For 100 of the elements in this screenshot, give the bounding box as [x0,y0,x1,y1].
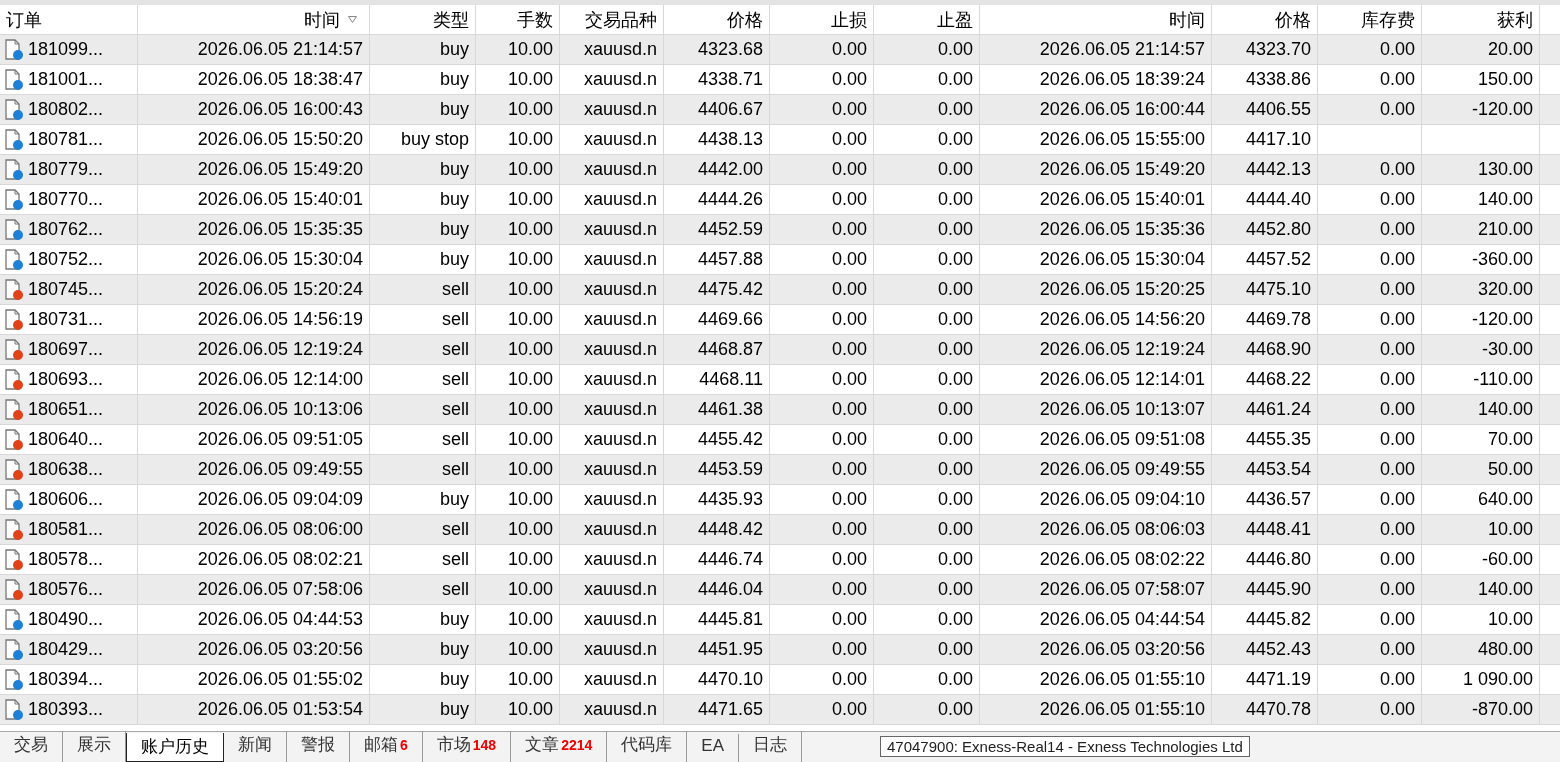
table-cell: 4468.87 [664,335,770,365]
table-cell: 0.00 [1318,35,1422,65]
column-header[interactable]: 价格 [727,7,763,32]
table-cell: buy [370,695,476,725]
tab[interactable]: EA [687,734,739,762]
table-cell: xauusd.n [560,95,664,125]
table-cell: 0.00 [874,35,980,65]
table-cell: 4452.43 [1212,635,1318,665]
table-cell: xauusd.n [560,395,664,425]
table-cell: 2026.06.05 10:13:07 [980,395,1212,425]
table-cell: 0.00 [874,95,980,125]
column-header[interactable]: 止盈 [937,7,973,32]
table-cell: 10.00 [476,155,560,185]
column-header[interactable]: 交易品种 [585,7,657,32]
table-cell: 4461.24 [1212,395,1318,425]
table-cell: 10.00 [476,695,560,725]
table-cell: 10.00 [476,35,560,65]
table-cell: 2026.06.05 15:20:24 [138,275,370,305]
tab[interactable]: 日志 [739,731,802,762]
table-cell: 180394... [28,669,104,690]
table-cell: 0.00 [1318,95,1422,125]
column-header[interactable]: 订单 [6,7,42,32]
table-cell: 0.00 [874,215,980,245]
table-cell: 180697... [28,339,104,360]
table-cell: 0.00 [874,335,980,365]
table-cell: 2026.06.05 10:13:06 [138,395,370,425]
table-cell: 10.00 [476,575,560,605]
table-cell: 0.00 [874,455,980,485]
table-cell: 2026.06.05 15:35:36 [980,215,1212,245]
column-header[interactable]: 时间 [304,7,340,32]
column-header[interactable]: 获利 [1497,7,1533,32]
table-cell: buy [370,35,476,65]
table-cell: 0.00 [770,635,874,665]
table-cell: 10.00 [476,335,560,365]
table-cell: 180693... [28,369,104,390]
table-cell: 2026.06.05 15:49:20 [138,155,370,185]
table-cell: 0.00 [770,455,874,485]
tab[interactable]: 市场 148 [422,731,512,762]
table-cell: 0.00 [874,155,980,185]
tab[interactable]: 邮箱 6 [350,731,423,762]
table-cell: 2026.06.05 01:55:10 [980,695,1212,725]
table-cell: 210.00 [1422,215,1540,245]
table-cell: 0.00 [770,515,874,545]
table-cell: 4406.55 [1212,95,1318,125]
tab[interactable]: 文章 2214 [511,731,608,762]
table-cell: 180578... [28,549,104,570]
table-cell: 4446.04 [664,575,770,605]
table-cell: sell [370,455,476,485]
table-cell: sell [370,335,476,365]
tab[interactable]: 交易 [0,731,63,762]
column-header[interactable]: 类型 [433,7,469,32]
tab[interactable]: 代码库 [607,731,688,762]
table-cell: xauusd.n [560,335,664,365]
table-cell: 10.00 [476,275,560,305]
table-cell: 2026.06.05 03:20:56 [980,635,1212,665]
table-cell: 180651... [28,399,104,420]
column-header[interactable]: 时间 [1169,7,1205,32]
table-cell: 4475.10 [1212,275,1318,305]
table-cell: 140.00 [1422,395,1540,425]
table-cell: xauusd.n [560,575,664,605]
table-cell: 130.00 [1422,155,1540,185]
table-cell: 180393... [28,699,104,720]
table-cell: 4323.68 [664,35,770,65]
table-cell: 0.00 [1318,215,1422,245]
table-cell: 2026.06.05 12:19:24 [980,335,1212,365]
tab[interactable]: 账户历史 [126,733,224,762]
table-cell: 10.00 [1422,515,1540,545]
table-cell: 2026.06.05 15:49:20 [980,155,1212,185]
table-cell: 10.00 [476,215,560,245]
table-cell: 2026.06.05 12:19:24 [138,335,370,365]
table-cell: 2026.06.05 03:20:56 [138,635,370,665]
table-cell: 0.00 [1318,515,1422,545]
table-cell: 0.00 [770,95,874,125]
table-cell: 180745... [28,279,104,300]
table-cell: 4452.59 [664,215,770,245]
column-header[interactable]: 止损 [831,7,867,32]
table-cell: 2026.06.05 09:49:55 [980,455,1212,485]
column-header[interactable]: 库存费 [1361,7,1415,32]
table-cell: 2026.06.05 21:14:57 [980,35,1212,65]
table-cell: 4442.13 [1212,155,1318,185]
table-cell: buy [370,95,476,125]
table-cell: 0.00 [874,635,980,665]
table-cell: 4468.90 [1212,335,1318,365]
table-cell: 4475.42 [664,275,770,305]
table-cell: buy [370,155,476,185]
table-cell: xauusd.n [560,515,664,545]
table-cell: 180802... [28,99,104,120]
table-cell: xauusd.n [560,35,664,65]
tab[interactable]: 新闻 [224,731,287,762]
table-cell: 0.00 [770,575,874,605]
table-cell: 0.00 [874,575,980,605]
tab[interactable]: 警报 [287,731,350,762]
table-cell: 180781... [28,129,104,150]
table-cell: 2026.06.05 16:00:43 [138,95,370,125]
table-cell: 0.00 [770,335,874,365]
table-cell: 0.00 [770,275,874,305]
column-header[interactable]: 价格 [1275,7,1311,32]
table-cell: 4471.65 [664,695,770,725]
table-cell: -30.00 [1422,335,1540,365]
column-header[interactable]: 手数 [517,7,553,32]
